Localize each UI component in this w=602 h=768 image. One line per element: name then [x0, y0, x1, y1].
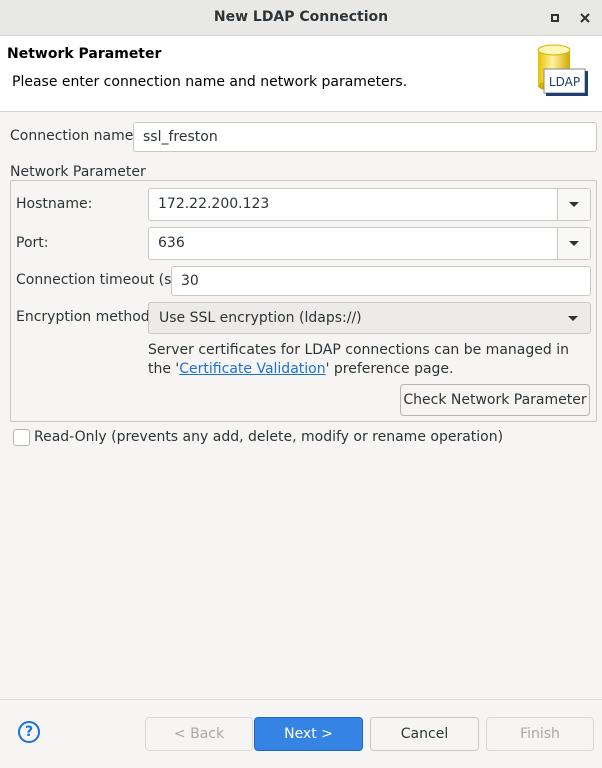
- port-combo[interactable]: 636: [148, 227, 591, 260]
- info-suffix: ' preference page.: [325, 361, 454, 377]
- finish-button[interactable]: Finish: [486, 717, 594, 751]
- close-icon: [580, 13, 590, 23]
- hostname-dropdown-button[interactable]: [557, 189, 590, 220]
- hostname-label: Hostname:: [16, 196, 93, 212]
- help-icon[interactable]: ?: [18, 721, 40, 743]
- cancel-button[interactable]: Cancel: [370, 717, 479, 751]
- maximize-icon: [551, 14, 559, 22]
- title-bar: New LDAP Connection: [0, 0, 602, 36]
- hostname-combo[interactable]: 172.22.200.123: [148, 188, 591, 221]
- connection-name-input[interactable]: ssl_freston: [133, 122, 597, 152]
- back-button[interactable]: < Back: [145, 717, 253, 751]
- read-only-label[interactable]: Read-Only (prevents any add, delete, mod…: [34, 429, 503, 445]
- certificate-info: Server certificates for LDAP connections…: [148, 341, 588, 379]
- network-parameter-legend: Network Parameter: [10, 164, 150, 180]
- timeout-label: Connection timeout (s):: [16, 272, 182, 288]
- chevron-down-icon: [568, 316, 578, 321]
- wizard-header: Network Parameter Please enter connectio…: [0, 36, 602, 112]
- next-button[interactable]: Next >: [254, 717, 363, 751]
- encryption-select[interactable]: Use SSL encryption (ldaps://): [148, 302, 591, 334]
- window-title: New LDAP Connection: [213, 9, 389, 25]
- ldap-database-icon: LDAP: [537, 44, 588, 96]
- encryption-value: Use SSL encryption (ldaps://): [159, 310, 362, 326]
- page-description: Please enter connection name and network…: [12, 74, 408, 90]
- footer-separator: [0, 699, 602, 700]
- page-title: Network Parameter: [7, 46, 162, 62]
- port-value[interactable]: 636: [158, 235, 185, 251]
- maximize-button[interactable]: [545, 8, 565, 28]
- chevron-down-icon: [569, 241, 579, 246]
- encryption-label: Encryption method:: [16, 309, 155, 325]
- timeout-input[interactable]: 30: [171, 266, 591, 296]
- read-only-checkbox[interactable]: [13, 429, 30, 446]
- certificate-validation-link[interactable]: Certificate Validation: [179, 361, 325, 377]
- port-dropdown-button[interactable]: [557, 228, 590, 259]
- port-label: Port:: [16, 235, 49, 251]
- check-network-parameter-button[interactable]: Check Network Parameter: [400, 384, 590, 416]
- connection-name-label: Connection name:: [10, 128, 139, 144]
- chevron-down-icon: [569, 202, 579, 207]
- close-button[interactable]: [575, 8, 595, 28]
- ldap-logo-text: LDAP: [549, 75, 580, 89]
- hostname-value[interactable]: 172.22.200.123: [158, 196, 269, 212]
